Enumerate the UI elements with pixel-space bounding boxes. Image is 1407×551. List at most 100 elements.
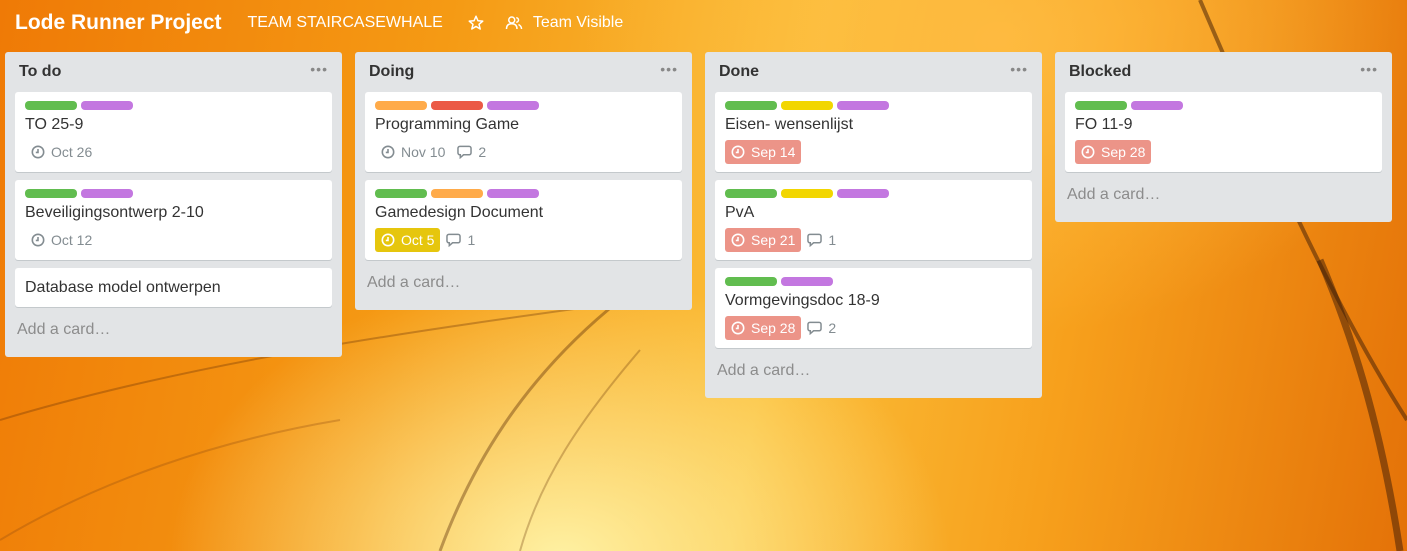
list-doing: Doing ••• Programming Game Nov 10 2 Game… xyxy=(355,52,692,310)
label-orange xyxy=(375,101,427,110)
add-card-button[interactable]: Add a card… xyxy=(715,356,1032,390)
comments-count: 1 xyxy=(828,232,837,248)
star-button[interactable] xyxy=(467,14,485,32)
list-title[interactable]: Doing xyxy=(369,63,414,81)
comments-badge: 2 xyxy=(457,144,486,160)
card-labels xyxy=(725,189,1022,198)
card-to-25-9[interactable]: TO 25-9 Oct 26 xyxy=(15,92,332,172)
comments-badge: 1 xyxy=(807,232,836,248)
card-title: Database model ontwerpen xyxy=(25,279,221,296)
label-purple xyxy=(781,277,833,286)
card-labels xyxy=(725,101,1022,110)
comment-icon xyxy=(807,233,823,247)
due-date-text: Sep 21 xyxy=(751,232,796,248)
card-badges: Oct 5 1 xyxy=(375,228,672,252)
card-fo-11-9[interactable]: FO 11-9 Sep 28 xyxy=(1065,92,1382,172)
label-purple xyxy=(837,189,889,198)
clock-icon xyxy=(31,145,45,159)
card-labels xyxy=(1075,101,1372,110)
add-card-button[interactable]: Add a card… xyxy=(15,315,332,349)
list-done: Done ••• Eisen- wensenlijst Sep 14 PvA S… xyxy=(705,52,1042,398)
card-badges: Sep 28 2 xyxy=(725,316,1022,340)
board-title[interactable]: Lode Runner Project xyxy=(15,11,222,35)
label-yellow xyxy=(781,189,833,198)
label-purple xyxy=(487,189,539,198)
clock-icon xyxy=(381,145,395,159)
due-date-text: Oct 12 xyxy=(51,232,93,248)
card-eisen-wensenlijst[interactable]: Eisen- wensenlijst Sep 14 xyxy=(715,92,1032,172)
label-green xyxy=(725,189,777,198)
list-to-do: To do ••• TO 25-9 Oct 26 Beveiligingsont… xyxy=(5,52,342,357)
card-badges: Nov 10 2 xyxy=(375,140,672,164)
comments-badge: 2 xyxy=(807,320,836,336)
due-date-text: Sep 28 xyxy=(1101,144,1146,160)
card-labels xyxy=(25,101,322,110)
card-title: Eisen- wensenlijst xyxy=(725,116,854,133)
board-header: Lode Runner Project TEAM STAIRCASEWHALE … xyxy=(0,0,1407,46)
due-date-text: Sep 28 xyxy=(751,320,796,336)
comment-icon xyxy=(807,321,823,335)
clock-icon xyxy=(381,233,395,247)
label-green xyxy=(725,101,777,110)
due-date-badge: Oct 5 xyxy=(375,228,441,252)
list-title[interactable]: Done xyxy=(719,63,759,81)
list-menu-button[interactable]: ••• xyxy=(1010,62,1028,82)
comments-count: 2 xyxy=(478,144,487,160)
card-badges: Oct 12 xyxy=(25,228,322,252)
add-card-button[interactable]: Add a card… xyxy=(365,268,682,302)
card-badges: Sep 14 xyxy=(725,140,1022,164)
due-date-badge: Sep 28 xyxy=(1075,140,1152,164)
due-date-badge: Sep 14 xyxy=(725,140,802,164)
add-card-button[interactable]: Add a card… xyxy=(1065,180,1382,214)
comments-count: 2 xyxy=(828,320,837,336)
card-labels xyxy=(375,189,672,198)
label-green xyxy=(1075,101,1127,110)
visibility-button[interactable]: Team Visible xyxy=(505,14,623,32)
card-badges: Sep 21 1 xyxy=(725,228,1022,252)
card-vormgevingsdoc[interactable]: Vormgevingsdoc 18-9 Sep 28 2 xyxy=(715,268,1032,348)
card-gamedesign-document[interactable]: Gamedesign Document Oct 5 1 xyxy=(365,180,682,260)
comments-count: 1 xyxy=(467,232,476,248)
list-header: Blocked ••• xyxy=(1065,52,1382,92)
clock-icon xyxy=(1081,145,1095,159)
card-title: Beveiligingsontwerp 2-10 xyxy=(25,204,204,221)
card-title: Gamedesign Document xyxy=(375,204,544,221)
card-badges: Sep 28 xyxy=(1075,140,1372,164)
comment-icon xyxy=(446,233,462,247)
clock-icon xyxy=(731,321,745,335)
list-title[interactable]: Blocked xyxy=(1069,63,1131,81)
due-date-text: Oct 5 xyxy=(401,232,435,248)
clock-icon xyxy=(731,233,745,247)
card-labels xyxy=(725,277,1022,286)
due-date-badge: Oct 26 xyxy=(25,140,98,164)
due-date-text: Oct 26 xyxy=(51,144,93,160)
card-database-model[interactable]: Database model ontwerpen xyxy=(15,268,332,307)
card-pva[interactable]: PvA Sep 21 1 xyxy=(715,180,1032,260)
list-title[interactable]: To do xyxy=(19,63,61,81)
card-beveiligingsontwerp[interactable]: Beveiligingsontwerp 2-10 Oct 12 xyxy=(15,180,332,260)
label-purple xyxy=(487,101,539,110)
list-header: Doing ••• xyxy=(365,52,682,92)
list-blocked: Blocked ••• FO 11-9 Sep 28 Add a card… xyxy=(1055,52,1392,222)
card-title: FO 11-9 xyxy=(1075,116,1133,133)
label-purple xyxy=(1131,101,1183,110)
visibility-label: Team Visible xyxy=(532,14,624,31)
star-icon xyxy=(468,15,484,30)
list-menu-button[interactable]: ••• xyxy=(660,62,678,82)
clock-icon xyxy=(31,233,45,247)
due-date-badge: Oct 12 xyxy=(25,228,98,252)
card-labels xyxy=(375,101,672,110)
card-title: Programming Game xyxy=(375,116,520,133)
team-name[interactable]: TEAM STAIRCASEWHALE xyxy=(248,14,443,32)
card-programming-game[interactable]: Programming Game Nov 10 2 xyxy=(365,92,682,172)
team-icon xyxy=(505,16,523,30)
card-badges: Oct 26 xyxy=(25,140,322,164)
label-red xyxy=(431,101,483,110)
label-purple xyxy=(81,189,133,198)
list-menu-button[interactable]: ••• xyxy=(1360,62,1378,82)
card-title: PvA xyxy=(725,204,755,221)
due-date-badge: Sep 28 xyxy=(725,316,802,340)
list-menu-button[interactable]: ••• xyxy=(310,62,328,82)
label-green xyxy=(25,101,77,110)
label-purple xyxy=(837,101,889,110)
